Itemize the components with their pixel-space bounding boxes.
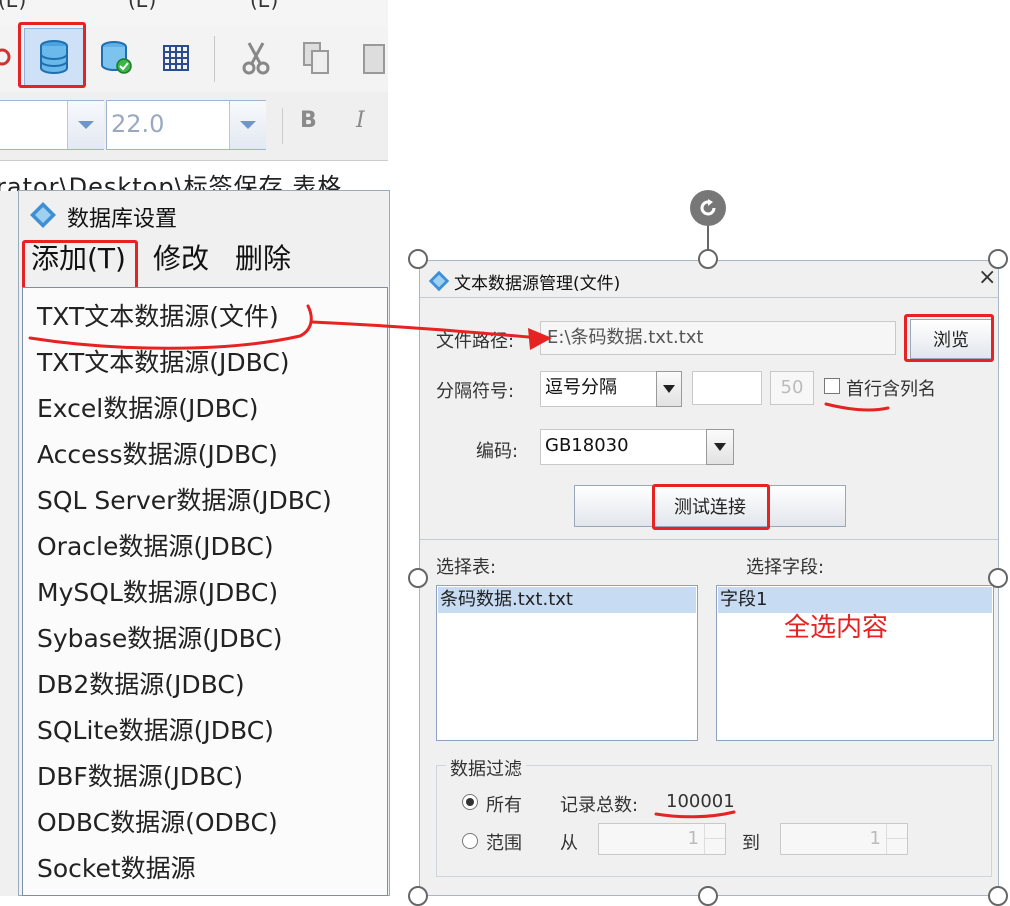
annotation-overlay xyxy=(28,304,890,819)
